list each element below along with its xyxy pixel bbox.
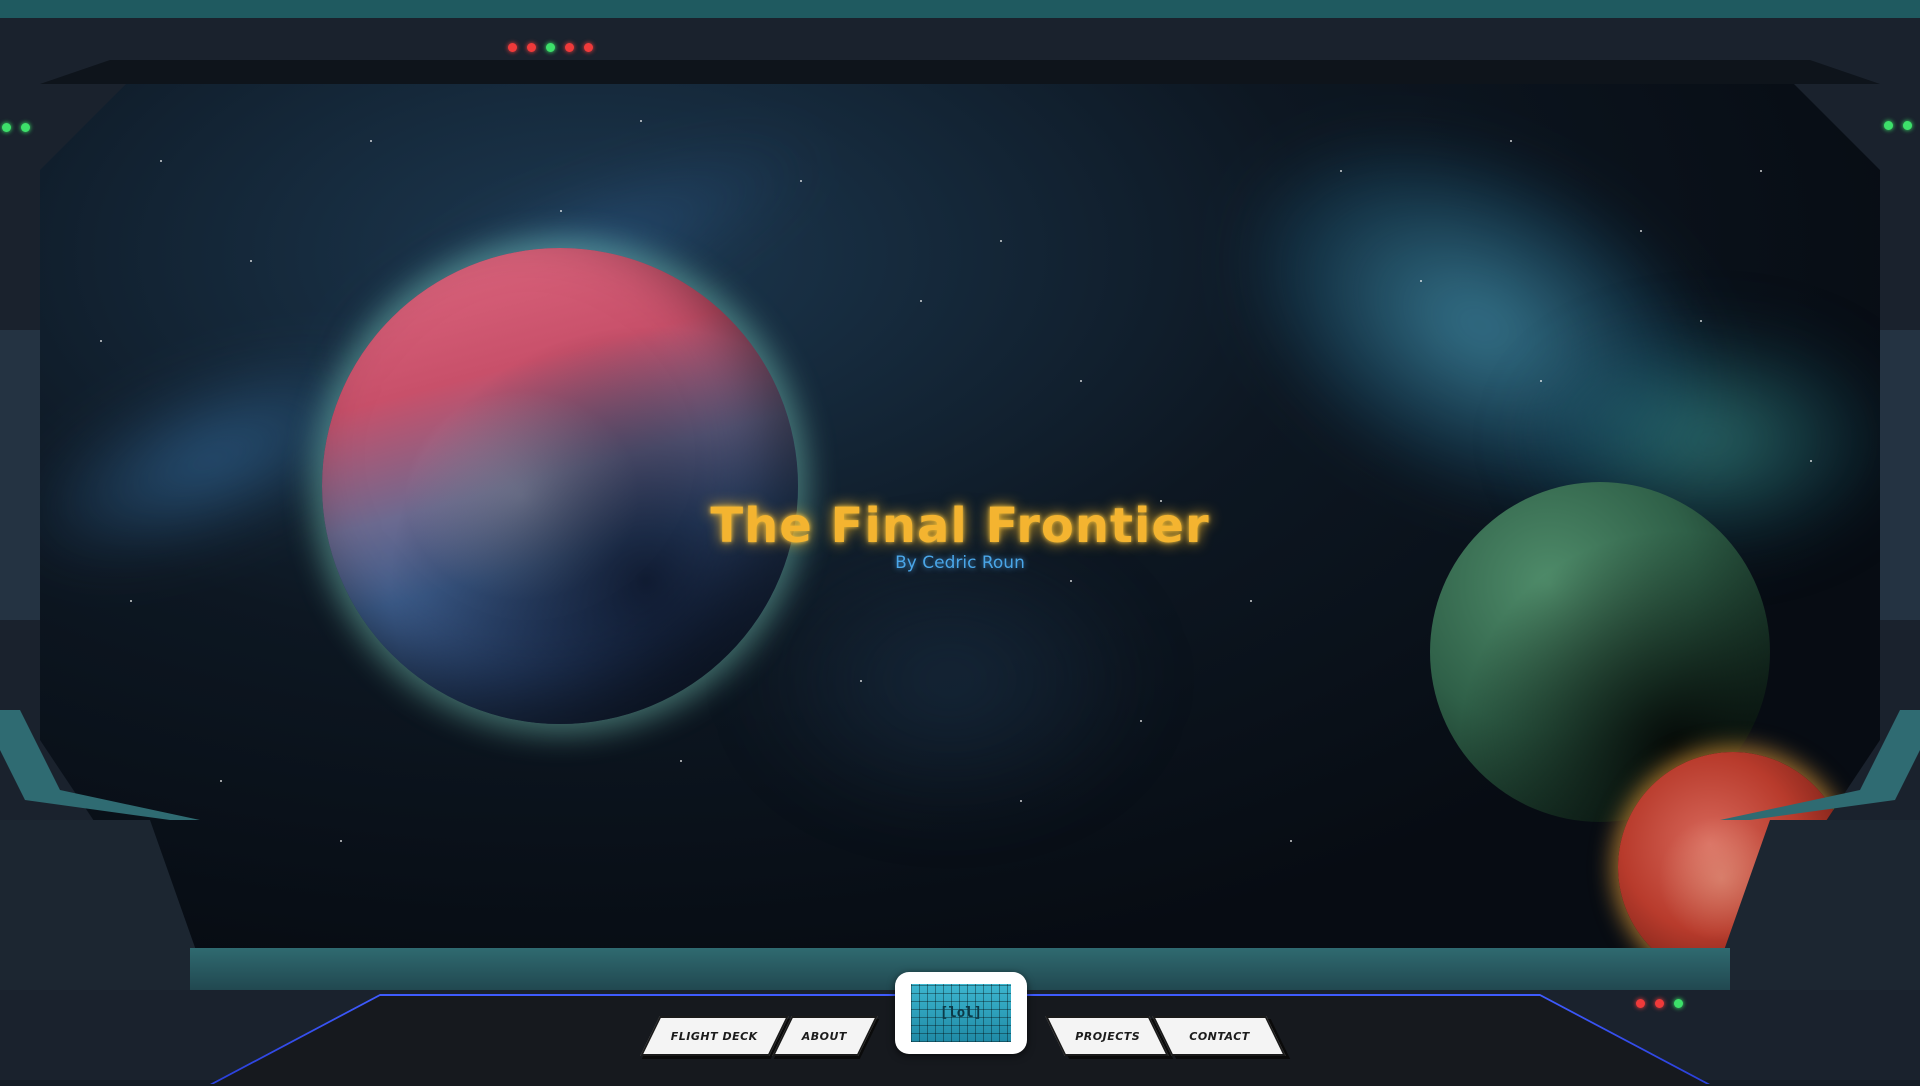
top-hull-strip <box>0 0 1920 18</box>
nav-projects-label: PROJECTS <box>1074 1029 1140 1043</box>
status-light-green <box>1903 121 1912 130</box>
window-frame-left <box>0 330 40 620</box>
nav-about-label: ABOUT <box>802 1029 848 1043</box>
status-light-green <box>546 43 555 52</box>
nav-flight-deck-button[interactable]: FLIGHT DECK <box>640 1016 789 1056</box>
status-light-red <box>527 43 536 52</box>
nav-contact-button[interactable]: CONTACT <box>1152 1016 1286 1056</box>
hologram-label: [lol] <box>939 1005 983 1021</box>
status-light-red <box>584 43 593 52</box>
page-subtitle: By Cedric Roun <box>895 553 1025 573</box>
status-light-red <box>565 43 574 52</box>
status-lights-left <box>2 123 30 132</box>
status-light-green <box>21 123 30 132</box>
status-light-green <box>1884 121 1893 130</box>
status-light-red <box>508 43 517 52</box>
hologram-screen-icon: [lol] <box>911 984 1011 1042</box>
status-lights-top <box>508 43 593 52</box>
nav-projects-button[interactable]: PROJECTS <box>1045 1016 1169 1056</box>
page-title: The Final Frontier <box>710 498 1210 554</box>
window-frame-right <box>1880 330 1920 620</box>
red-blue-planet <box>322 248 798 724</box>
status-lights-console <box>1636 999 1683 1008</box>
nav-contact-label: CONTACT <box>1188 1029 1250 1043</box>
status-light-green <box>2 123 11 132</box>
status-lights-right <box>1884 121 1912 130</box>
status-light-red <box>1655 999 1664 1008</box>
window-frame-top <box>40 60 1880 84</box>
hologram-home-button[interactable]: [lol] <box>895 972 1027 1054</box>
status-light-green <box>1674 999 1683 1008</box>
status-light-red <box>1636 999 1645 1008</box>
nav-flight-deck-label: FLIGHT DECK <box>671 1029 758 1043</box>
